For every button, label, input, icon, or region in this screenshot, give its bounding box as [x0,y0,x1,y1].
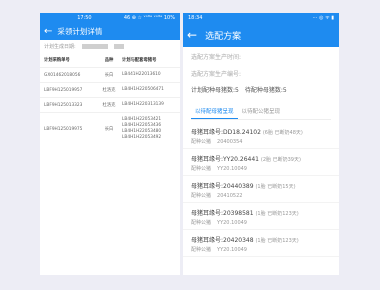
sow-code: LB441H22013610 [122,72,161,77]
list-item[interactable]: 母猪耳缘号:YY20.26441 (2胎 已断奶39天) 配种公猪 YY20.10… [183,149,339,176]
order-cell: LBF9H125013323 [44,102,83,108]
status-bar: 17:50 46 ⊕ ☆ ᵛᵒˡᵗᵉ ᵛᵒˡᵗᵉ 10% [40,13,180,23]
boar-label: 配种公猪 [191,193,212,199]
tab-by-sow[interactable]: 以待配母猪呈现 [191,104,238,119]
order-cell: LBF9H125019957 [44,87,83,93]
plan-time-line: 选配方案生产时间: [191,54,242,61]
codes-cell: LB441H22013610 [122,72,176,78]
codes-cell: LB4H1H22053421 LB4H1H22053436 LB4H1H2205… [122,117,176,141]
plan-date-row: 计划生成日期: [40,40,180,53]
left-screen: 17:50 46 ⊕ ☆ ᵛᵒˡᵗᵉ ᵛᵒˡᵗᵉ 10% ← 采领计划详情 计划… [40,13,180,275]
codes-cell: LB4H1H220313139 [122,102,176,108]
boar-id: YY20.10049 [217,247,247,253]
boar-label: 配种公猪 [191,139,212,145]
variety-cell: 杜洛克 [102,88,116,93]
status-bar: 18:34 ⋯ ◎ ᯤ ▮ [183,13,339,23]
sow-code: LB4H1H220313139 [122,102,164,107]
sow-ear-tag: 母猪耳缘号:DD18.24102 [191,129,261,136]
boar-label: 配种公猪 [191,166,212,172]
order-cell: LBF9H125019975 [44,126,83,132]
title-bar: ← 采领计划详情 [40,23,180,40]
status-icons: 46 ⊕ ☆ ᵛᵒˡᵗᵉ ᵛᵒˡᵗᵉ 10% [123,15,175,21]
right-screen: 18:34 ⋯ ◎ ᯤ ▮ ← 选配方案 选配方案生产时间: 选配方案生产编号:… [183,13,339,275]
sow-status: (1胎 已断奶123天) [255,238,299,244]
boar-label: 配种公猪 [191,247,212,253]
column-header: 品种 [104,58,114,63]
pending-sow-count: 待配种母猪数:5 [244,87,287,94]
table-row[interactable]: LBF9H125013323 杜洛克 LB4H1H220313139 [40,97,180,112]
codes-cell: LB4H1H220506471 [122,87,176,93]
sow-status: (1胎 已断奶123天) [255,211,299,217]
counts-row: 计划配种母猪数:5 待配种母猪数:5 [183,81,339,98]
back-arrow-icon[interactable]: ← [44,26,52,37]
boar-id: 20410522 [217,193,243,199]
sow-ear-tag: 母猪耳缘号:YY20.26441 [191,156,259,163]
boar-id: 20400354 [217,139,243,145]
status-time: 18:34 [188,15,203,21]
plan-date-label: 计划生成日期: [44,44,76,50]
status-icons: ⋯ ◎ ᯤ ▮ [312,15,334,21]
boar-id: YY20.10049 [217,166,247,172]
plan-number-line: 选配方案生产编号: [191,71,242,78]
table-row[interactable]: LBF9H125019957 杜洛克 LB4H1H220506471 [40,82,180,97]
sow-status: (1胎 已断奶15天) [255,184,296,190]
column-header: 计划采购单号 [44,58,70,63]
sow-ear-tag: 母猪耳缘号:20440389 [191,183,254,190]
back-arrow-icon[interactable]: ← [187,29,197,41]
sow-ear-tag: 母猪耳缘号:20398581 [191,210,254,217]
variety-cell: 长白 [104,73,114,78]
view-tabs: 以待配母猪呈现 以待配公猪呈现 [191,104,331,120]
list-item[interactable]: 母猪耳缘号:20398581 (1胎 已断奶123天) 配种公猪 YY20.100… [183,203,339,230]
table-row[interactable]: GX01462018056 长白 LB441H22013610 [40,67,180,82]
sow-code: LB4H1H220506471 [122,87,164,92]
page-title: 选配方案 [205,31,242,42]
sow-code: LB4H1H22053492 [122,135,162,140]
list-item[interactable]: 母猪耳缘号:20440389 (1胎 已断奶15天) 配种公猪 20410522 [183,176,339,203]
redacted-value [113,44,124,49]
variety-cell: 长白 [104,127,114,132]
plan-table: 计划采购单号 品种 计划与配套母猪号 GX01462018056 长白 LB44… [40,53,180,145]
column-header: 计划与配套母猪号 [122,58,157,63]
table-header: 计划采购单号 品种 计划与配套母猪号 [40,53,180,67]
planned-sow-count: 计划配种母猪数:5 [191,87,239,94]
list-item[interactable]: 母猪耳缘号:DD18.24102 (6胎 已断奶48天) 配种公猪 2040035… [183,122,339,149]
sow-status: (2胎 已断奶39天) [260,157,301,163]
table-row[interactable]: LBF9H125019975 长白 LB4H1H22053421 LB4H1H2… [40,112,180,145]
tab-by-boar[interactable]: 以待配公猪呈现 [238,104,285,119]
variety-cell: 杜洛克 [102,103,116,108]
page-title: 采领计划详情 [57,27,103,36]
boar-label: 配种公猪 [191,220,212,226]
redacted-value [81,44,108,49]
boar-id: YY20.10049 [217,220,247,226]
title-bar: ← 选配方案 [183,23,339,47]
order-cell: GX01462018056 [44,72,81,78]
status-time: 17:50 [77,15,92,21]
list-item[interactable]: 母猪耳缘号:20420348 (1胎 已断奶123天) 配种公猪 YY20.100… [183,230,339,257]
sow-ear-tag: 母猪耳缘号:20420348 [191,237,254,244]
sow-status: (6胎 已断奶48天) [262,130,303,136]
